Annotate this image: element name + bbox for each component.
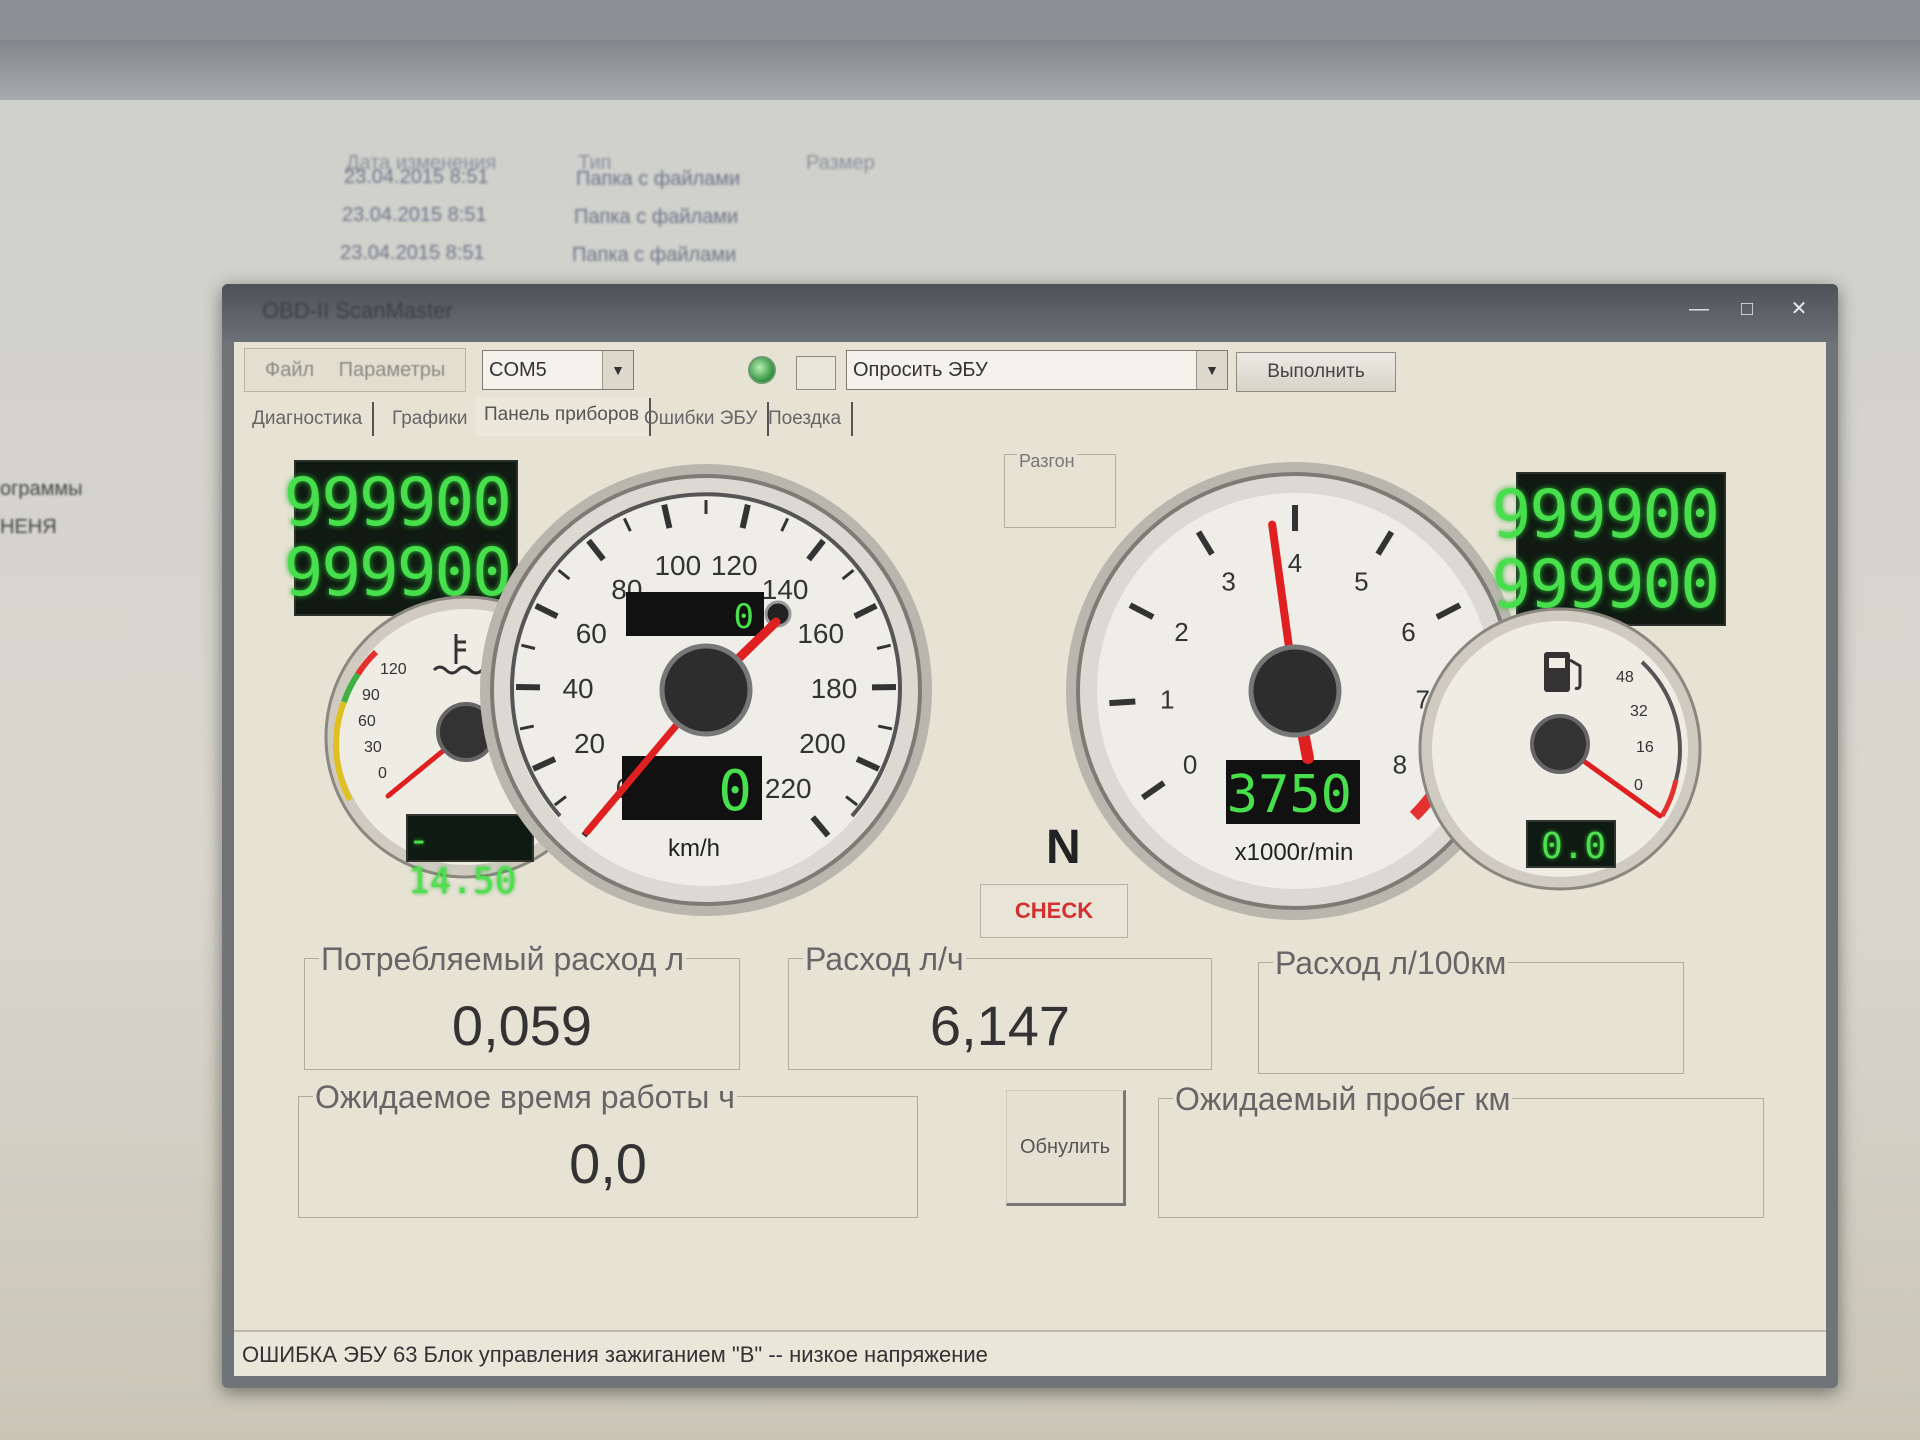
file-row-type[interactable]: Папка с файлами — [572, 244, 736, 267]
menu-bar: Файл Параметры — [244, 348, 466, 392]
tick-label: 60 — [576, 618, 607, 649]
port-select[interactable]: COM5 ▼ — [482, 350, 634, 390]
window-titlebar[interactable]: OBD-II ScanMaster — □ ✕ — [222, 284, 1838, 342]
expected-range-caption: Ожидаемый пробег км — [1173, 1081, 1513, 1118]
fuel-tick-label: 32 — [1630, 703, 1648, 720]
tick-label: 2 — [1174, 617, 1188, 647]
speedometer-speed-value: 0 — [718, 759, 752, 824]
tick-label: 4 — [1288, 548, 1302, 578]
coolant-tick-label: 60 — [358, 713, 376, 730]
tick-label: 20 — [574, 728, 605, 759]
consumed-fuel-panel: Потребляемый расход л 0,059 — [304, 941, 740, 1070]
tick-label: 120 — [711, 550, 758, 581]
background-titlebar — [0, 40, 1920, 100]
major-tick — [1109, 698, 1136, 707]
sidebar-item[interactable]: НЕНЯ — [0, 516, 57, 539]
expected-range-panel: Ожидаемый пробег км — [1158, 1081, 1764, 1218]
speedometer-unit: km/h — [668, 835, 720, 862]
status-message: ОШИБКА ЭБУ 63 Блок управления зажиганием… — [242, 1342, 988, 1367]
fuel-tick-label: 48 — [1616, 669, 1634, 686]
tab-diagnostics[interactable]: Диагностика — [244, 402, 375, 436]
tab-instrument-panel[interactable]: Панель приборов — [476, 398, 652, 436]
fuel-readout: 0.0 — [1526, 820, 1616, 868]
file-row-date[interactable]: 23.04.2015 8:51 — [342, 204, 487, 227]
tab-ecu-errors[interactable]: Ошибки ЭБУ — [636, 402, 770, 436]
tick-label: 3 — [1221, 567, 1235, 597]
maximize-icon[interactable]: □ — [1726, 294, 1768, 324]
file-row-date[interactable]: 23.04.2015 8:51 — [344, 166, 489, 189]
fuel-tick-label: 16 — [1636, 739, 1654, 756]
port-select-value: COM5 — [489, 359, 547, 381]
speedometer-trip-value: 0 — [734, 597, 754, 637]
expected-runtime-panel: Ожидаемое время работы ч 0,0 — [298, 1079, 918, 1218]
command-select-value: Опросить ЭБУ — [853, 359, 988, 381]
app-window: OBD-II ScanMaster — □ ✕ Файл Параметры C… — [222, 284, 1838, 1388]
fuel-rate-lph-value: 6,147 — [929, 994, 1071, 1057]
tick-label: 40 — [562, 673, 593, 704]
reset-button[interactable]: Обнулить — [1006, 1090, 1126, 1206]
tick-label: 6 — [1401, 617, 1415, 647]
status-bar: ОШИБКА ЭБУ 63 Блок управления зажиганием… — [234, 1330, 1826, 1376]
speedometer-needle-hub — [659, 643, 753, 737]
tick-label: 100 — [654, 550, 701, 581]
expected-runtime-value: 0,0 — [569, 1132, 647, 1195]
window-title: OBD-II ScanMaster — [262, 298, 453, 323]
tick-label: 220 — [765, 773, 812, 804]
tachometer-needle-hub — [1248, 644, 1342, 738]
file-row-type[interactable]: Папка с файлами — [576, 168, 740, 191]
tick-label: 180 — [811, 673, 858, 704]
tick-label: 8 — [1393, 750, 1407, 780]
fuel-rate-l100km-panel: Расход л/100км — [1258, 945, 1684, 1074]
chevron-down-icon[interactable]: ▼ — [602, 351, 633, 389]
tick-label: 1 — [1160, 684, 1174, 714]
coolant-tick-label: 120 — [380, 661, 407, 678]
coolant-tick-label: 90 — [362, 687, 380, 704]
fuel-tick-label: 0 — [1634, 777, 1643, 794]
chevron-down-icon[interactable]: ▼ — [1196, 351, 1227, 389]
fuel-readout-value: 0.0 — [1540, 826, 1606, 867]
column-size[interactable]: Размер — [806, 152, 875, 175]
fuel-needle-hub — [1530, 714, 1590, 774]
consumed-fuel-caption: Потребляемый расход л — [319, 941, 686, 978]
command-select[interactable]: Опросить ЭБУ ▼ — [846, 350, 1228, 390]
tab-bar: Диагностика Графики Панель приборов Ошиб… — [244, 398, 1144, 438]
tick-label: 0 — [1183, 750, 1197, 780]
odometer-right-display: 999900 999900 — [1492, 472, 1726, 626]
consumed-fuel-value: 0,059 — [451, 994, 593, 1057]
odometer-right-top: 999900 — [1491, 476, 1720, 553]
close-icon[interactable]: ✕ — [1778, 294, 1820, 324]
fuel-rate-lph-panel: Расход л/ч 6,147 — [788, 941, 1212, 1070]
execute-button[interactable]: Выполнить — [1236, 352, 1396, 392]
connection-status-icon — [748, 356, 776, 384]
coolant-tick-label: 0 — [378, 765, 387, 782]
status-indicator-box — [796, 356, 836, 390]
sidebar-item[interactable]: ограммы — [0, 478, 83, 501]
coolant-tick-label: 30 — [364, 739, 382, 756]
speedometer-gauge: 020406080100120140160180200220 0 0 km/h — [476, 460, 936, 920]
minimize-icon[interactable]: — — [1678, 294, 1720, 324]
tab-trip[interactable]: Поездка — [760, 402, 854, 436]
menu-file[interactable]: Файл — [265, 359, 314, 382]
dashboard-client-area: Файл Параметры COM5 ▼ Опросить ЭБУ ▼ Вып… — [234, 342, 1826, 1376]
tick-label: 160 — [797, 618, 844, 649]
speedometer-svg: 020406080100120140160180200220 0 0 km/h — [480, 464, 932, 916]
menu-parameters[interactable]: Параметры — [339, 359, 446, 382]
tachometer-readout: 3750 — [1227, 765, 1352, 825]
tick-label: 140 — [762, 574, 809, 605]
fuel-gauge: 0 16 32 48 0.0 — [1418, 604, 1710, 894]
tab-charts[interactable]: Графики — [384, 402, 480, 436]
file-row-date[interactable]: 23.04.2015 8:51 — [340, 242, 485, 265]
file-row-type[interactable]: Папка с файлами — [574, 206, 738, 229]
fuel-rate-l100km-caption: Расход л/100км — [1273, 945, 1509, 982]
tick-label: 200 — [799, 728, 846, 759]
expected-runtime-caption: Ожидаемое время работы ч — [313, 1079, 737, 1116]
tick-label: 5 — [1354, 567, 1368, 597]
fuel-rate-lph-caption: Расход л/ч — [803, 941, 966, 978]
tachometer-unit: x1000r/min — [1235, 839, 1354, 866]
